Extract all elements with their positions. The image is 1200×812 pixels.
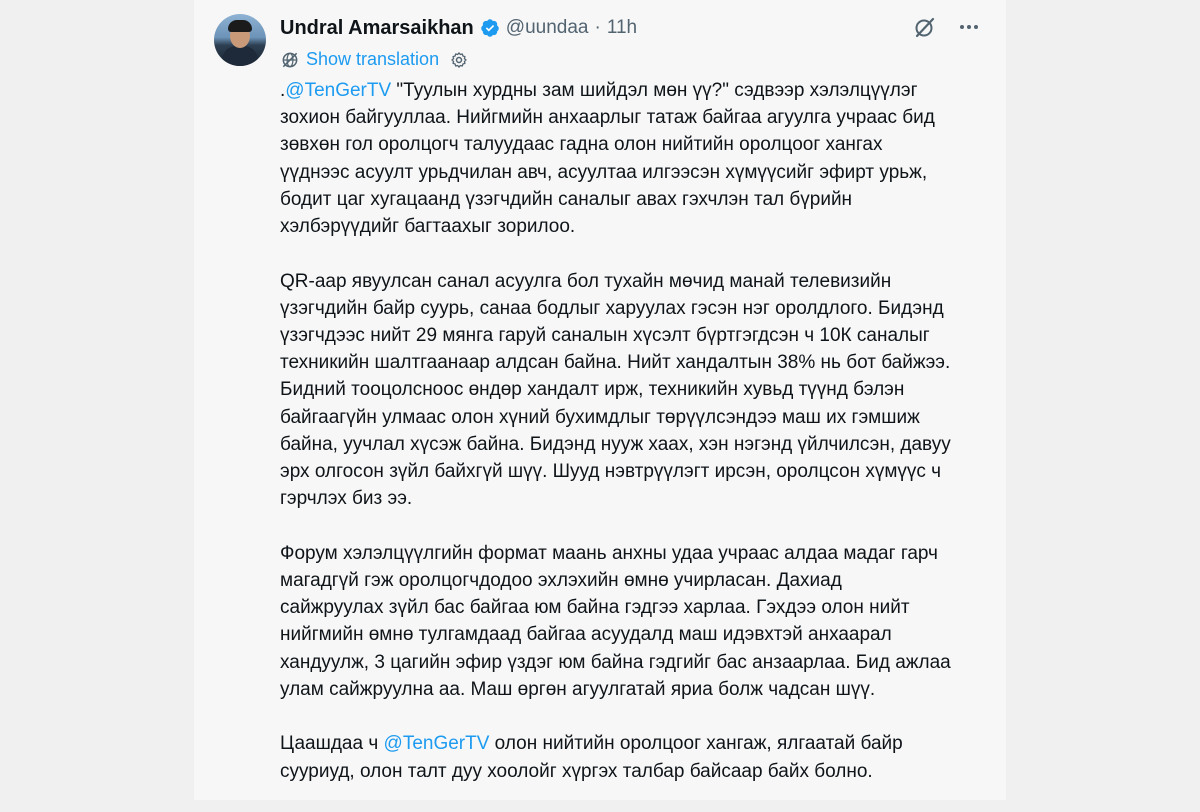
tweet-text-segment: зохион байгууллаа. Нийгмийн анхаарлыг та… [280,107,935,129]
tweet-text-segment: "Туулын хурдны зам шийдэл мөн үү?" сэдвэ… [391,80,918,101]
tweet-text-segment: сууриуд, олон талт дуу хоолойг хүргэх та… [280,760,873,782]
tweet-line: эрх олгосон зүйл байхгүй шүү. Шууд нэвтр… [280,458,980,485]
tweet-line: зохион байгууллаа. Нийгмийн анхаарлыг та… [280,104,980,131]
tweet-line: QR-аар явуулсан санал асуулга бол тухайн… [280,268,980,295]
tweet-text-segment: үүднээс асуулт урьдчилан авч, асуултаа и… [280,161,928,183]
tweet-paragraph: .@TenGerTV "Туулын хурдны зам шийдэл мөн… [280,77,980,240]
tweet-text-segment: хэлбэрүүдийг багтаахыг зорилоо. [280,216,576,238]
user-display-name[interactable]: Undral Amarsaikhan [280,17,474,40]
tweet-header: Undral Amarsaikhan @uundaa · 11h [280,14,637,42]
tweet-line: сууриуд, олон талт дуу хоолойг хүргэх та… [280,758,980,785]
settings-gear-icon[interactable] [449,50,469,70]
tweet-text-segment: хандуулж, 3 цагийн эфир үздэг юм байна г… [280,651,951,673]
tweet-line: хандуулж, 3 цагийн эфир үздэг юм байна г… [280,649,980,676]
tweet-line: .@TenGerTV "Туулын хурдны зам шийдэл мөн… [280,77,980,104]
tweet-paragraph: Цаашдаа ч @TenGerTV олон нийтийн оролцоо… [280,730,980,784]
tweet-line: зөвхөн гол оролцогч талуудаас гадна олон… [280,131,980,158]
tweet-line: улам сайжруулна аа. Маш өргөн агуулгатай… [280,676,980,703]
tweet-line: үүднээс асуулт урьдчилан авч, асуултаа и… [280,159,980,186]
mention-link[interactable]: @TenGerTV [285,80,391,101]
tweet-text-segment: техникийн шалтгаанаар алдсан байна. Нийт… [280,352,951,374]
tweet-line: байгаагүйн улмаас олон хүний бухимдлыг т… [280,404,980,431]
tweet-line: үзэгчдийн байр суурь, санаа бодлыг харуу… [280,295,980,322]
tweet-text-segment: үзэгчдийн байр суурь, санаа бодлыг харуу… [280,297,944,319]
more-options-icon[interactable] [956,14,982,40]
tweet-line: хэлбэрүүдийг багтаахыг зорилоо. [280,213,980,240]
avatar[interactable] [214,14,266,66]
show-translation: Show translation [280,49,469,70]
tweet-line: сайжруулах зүйл бас байгаа юм байна гэдг… [280,594,980,621]
verified-badge-icon [480,18,500,38]
tweet-line: Цаашдаа ч @TenGerTV олон нийтийн оролцоо… [280,730,980,757]
tweet-paragraph: QR-аар явуулсан санал асуулга бол тухайн… [280,268,980,513]
tweet-text-segment: бодит цаг хугацаанд үзэгчдийн саналыг ав… [280,188,853,210]
tweet-line: техникийн шалтгаанаар алдсан байна. Нийт… [280,349,980,376]
tweet-line: магадгүй гэж оролцогчдодоо эхлэхийн өмнө… [280,567,980,594]
mention-link[interactable]: @TenGerTV [384,733,490,754]
tweet-line: гэрчлэх биз ээ. [280,485,980,512]
user-handle[interactable]: @uundaa [506,17,589,39]
tweet-line: үзэгчдээс нийт 29 мянга гаруй саналын хү… [280,322,980,349]
tweet-text-segment: зөвхөн гол оролцогч талуудаас гадна олон… [280,134,883,156]
tweet-text-segment: Бидний тооцолсноос өндөр хандалт ирж, те… [280,379,905,401]
tweet-text-segment: олон нийтийн оролцоог хангаж, ялгаатай б… [489,733,903,755]
tweet-line: Форум хэлэлцүүлгийн формат маань анхны у… [280,540,980,567]
tweet-text: .@TenGerTV "Туулын хурдны зам шийдэл мөн… [280,77,980,812]
tweet-text-segment: гэрчлэх биз ээ. [280,488,413,510]
header-separator: · [594,17,601,38]
tweet-line: байна, уучлал хүсэж байна. Бидэнд нууж х… [280,431,980,458]
avatar-body-shape [222,46,258,66]
translate-globe-icon [280,50,300,70]
tweet-timestamp[interactable]: 11h [607,17,637,39]
tweet-text-segment: эрх олгосон зүйл байхгүй шүү. Шууд нэвтр… [280,461,942,483]
tweet-text-segment: нийгмийн өмнө тулгамдаад байгаа асуудалд… [280,624,892,646]
tweet-text-segment: сайжруулах зүйл бас байгаа юм байна гэдг… [280,597,910,619]
tweet-text-segment: QR-аар явуулсан санал асуулга бол тухайн… [280,270,892,292]
tweet-text-segment: үзэгчдээс нийт 29 мянга гаруй саналын хү… [280,325,930,347]
tweet-text-segment: Цаашдаа ч [280,733,384,755]
tweet-text-segment: байна, уучлал хүсэж байна. Бидэнд нууж х… [280,433,951,455]
avatar-hair-shape [228,20,252,32]
tweet-line: нийгмийн өмнө тулгамдаад байгаа асуудалд… [280,621,980,648]
show-translation-link[interactable]: Show translation [306,49,439,70]
tweet-line: бодит цаг хугацаанд үзэгчдийн саналыг ав… [280,186,980,213]
tweet-text-segment: улам сайжруулна аа. Маш өргөн агуулгатай… [280,678,876,700]
tweet-line: Бидний тооцолсноос өндөр хандалт ирж, те… [280,376,980,403]
tweet-card: Undral Amarsaikhan @uundaa · 11h Show tr… [194,0,1006,800]
tweet-text-segment: байгаагүйн улмаас олон хүний бухимдлыг т… [280,406,920,428]
tweet-paragraph: Форум хэлэлцүүлгийн формат маань анхны у… [280,540,980,703]
tweet-text-segment: магадгүй гэж оролцогчдодоо эхлэхийн өмнө… [280,570,842,592]
tweet-actions-top [912,14,982,40]
tweet-text-segment: Форум хэлэлцүүлгийн формат маань анхны у… [280,542,938,564]
grok-icon[interactable] [912,14,938,40]
